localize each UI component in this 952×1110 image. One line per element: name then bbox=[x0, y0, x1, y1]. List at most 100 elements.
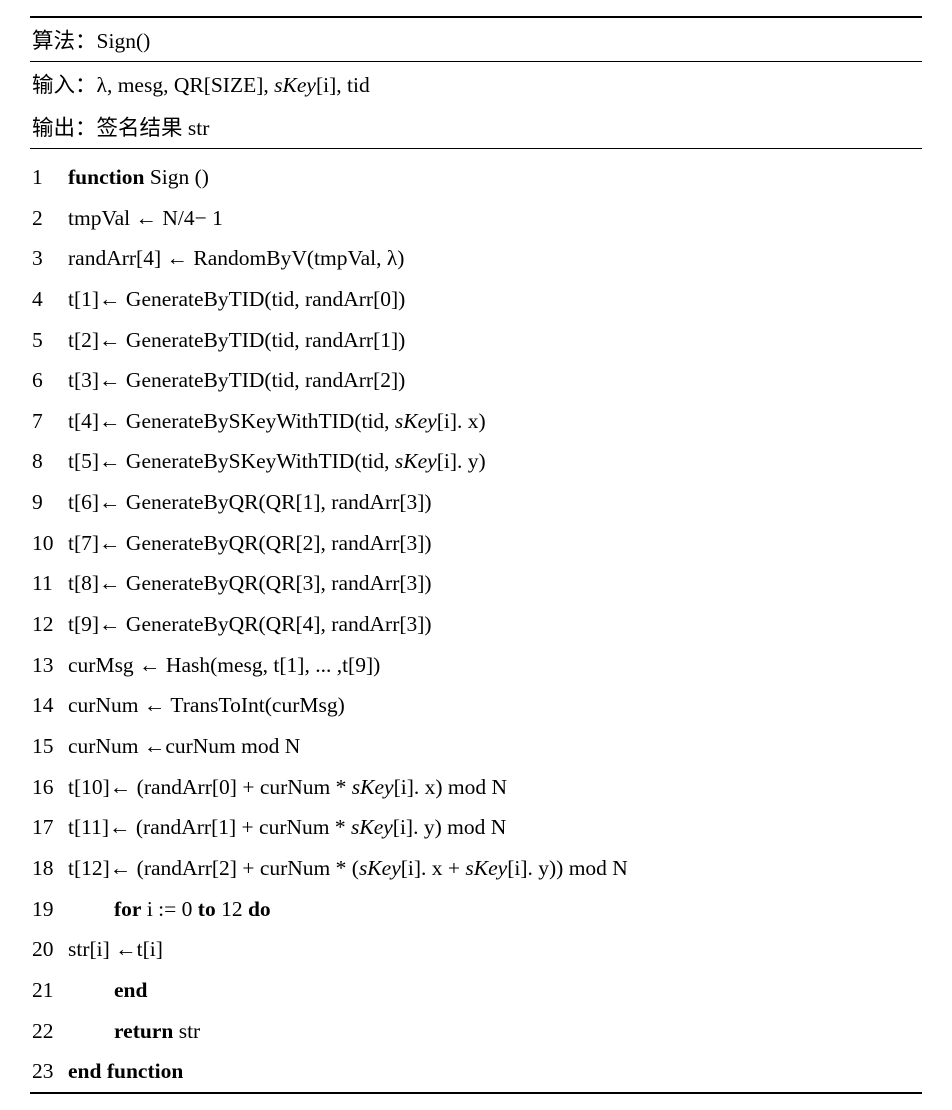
line-number: 14 bbox=[32, 692, 68, 719]
line-number: 7 bbox=[32, 408, 68, 435]
line-number: 20 bbox=[32, 936, 68, 963]
algo-label: 算法： bbox=[32, 29, 97, 53]
line-number: 9 bbox=[32, 489, 68, 516]
code-text: end function bbox=[68, 1058, 922, 1085]
code-text: str[i] ←t[i] bbox=[68, 936, 922, 963]
line-number: 8 bbox=[32, 448, 68, 475]
seg: i := 0 bbox=[141, 897, 197, 921]
code-text: randArr[4] ← RandomByV(tmpVal, λ) bbox=[68, 245, 922, 272]
line-number: 4 bbox=[32, 286, 68, 313]
line-number: 11 bbox=[32, 570, 68, 597]
line-number: 12 bbox=[32, 611, 68, 638]
line-number: 16 bbox=[32, 774, 68, 801]
code-line: 18 t[12]← (randArr[2] + curNum * (sKey[i… bbox=[30, 848, 922, 889]
line-number: 19 bbox=[32, 896, 68, 923]
line-number: 13 bbox=[32, 652, 68, 679]
code-line: 23 end function bbox=[30, 1051, 922, 1092]
code-line: 4 t[1]← GenerateByTID(tid, randArr[0]) bbox=[30, 279, 922, 320]
code-line: 9 t[6]← GenerateByQR(QR[1], randArr[3]) bbox=[30, 482, 922, 523]
algo-title-line: 算法：Sign() bbox=[30, 18, 922, 61]
code-line: 5 t[2]← GenerateByTID(tid, randArr[1]) bbox=[30, 320, 922, 361]
code-line: 7 t[4]← GenerateBySKeyWithTID(tid, sKey[… bbox=[30, 401, 922, 442]
code-line: 17 t[11]← (randArr[1] + curNum * sKey[i]… bbox=[30, 808, 922, 849]
code-text: t[9]← GenerateByQR(QR[4], randArr[3]) bbox=[68, 611, 922, 638]
kw-to: to bbox=[198, 897, 216, 921]
code-line: 2 tmpVal ← N/4− 1 bbox=[30, 198, 922, 239]
seg: [i]. x) bbox=[437, 409, 486, 433]
code-text: t[6]← GenerateByQR(QR[1], randArr[3]) bbox=[68, 489, 922, 516]
line-number: 17 bbox=[32, 814, 68, 841]
input-value-suffix: [i], tid bbox=[316, 73, 370, 97]
code-text: curMsg ← Hash(mesg, t[1], ... ,t[9]) bbox=[68, 652, 922, 679]
line-number: 6 bbox=[32, 367, 68, 394]
code-line: 11 t[8]← GenerateByQR(QR[3], randArr[3]) bbox=[30, 564, 922, 605]
kw-return: return bbox=[114, 1019, 173, 1043]
code-line: 14 curNum ← TransToInt(curMsg) bbox=[30, 686, 922, 727]
seg: t[12]← (randArr[2] + curNum * ( bbox=[68, 856, 359, 880]
skey-var: sKey bbox=[395, 449, 437, 473]
seg: t[10]← (randArr[0] + curNum * bbox=[68, 775, 352, 799]
algo-name: Sign() bbox=[97, 29, 151, 53]
code-text: t[12]← (randArr[2] + curNum * (sKey[i]. … bbox=[68, 855, 922, 882]
code-text: return str bbox=[68, 1018, 922, 1045]
code-text: t[11]← (randArr[1] + curNum * sKey[i]. y… bbox=[68, 814, 922, 841]
line-number: 18 bbox=[32, 855, 68, 882]
output-line: 输出：签名结果 str bbox=[30, 105, 922, 148]
code-line: 3 randArr[4] ← RandomByV(tmpVal, λ) bbox=[30, 238, 922, 279]
skey-var: sKey bbox=[359, 856, 401, 880]
line-number: 5 bbox=[32, 327, 68, 354]
code-line: 12 t[9]← GenerateByQR(QR[4], randArr[3]) bbox=[30, 604, 922, 645]
code-line: 6 t[3]← GenerateByTID(tid, randArr[2]) bbox=[30, 360, 922, 401]
code-text: t[8]← GenerateByQR(QR[3], randArr[3]) bbox=[68, 570, 922, 597]
seg: 12 bbox=[216, 897, 248, 921]
code-text: for i := 0 to 12 do bbox=[68, 896, 922, 923]
code-line: 13 curMsg ← Hash(mesg, t[1], ... ,t[9]) bbox=[30, 645, 922, 686]
skey-var: sKey bbox=[352, 775, 394, 799]
seg: [i]. y)) mod N bbox=[507, 856, 628, 880]
line-number: 15 bbox=[32, 733, 68, 760]
code-text: curNum ← TransToInt(curMsg) bbox=[68, 692, 922, 719]
line-number: 23 bbox=[32, 1058, 68, 1085]
seg: str bbox=[173, 1019, 200, 1043]
kw-function: function bbox=[68, 165, 144, 189]
line-number: 1 bbox=[32, 164, 68, 191]
kw-end: end bbox=[114, 978, 147, 1002]
seg: t[11]← (randArr[1] + curNum * bbox=[68, 815, 351, 839]
code-text: t[7]← GenerateByQR(QR[2], randArr[3]) bbox=[68, 530, 922, 557]
input-value-prefix: λ, mesg, QR[SIZE], bbox=[97, 73, 275, 97]
algorithm-block: 算法：Sign() 输入：λ, mesg, QR[SIZE], sKey[i],… bbox=[0, 0, 952, 1110]
sig-name: Sign () bbox=[144, 165, 209, 189]
seg: [i]. y) mod N bbox=[393, 815, 506, 839]
skey-var: sKey bbox=[465, 856, 507, 880]
code-line: 1 function Sign () bbox=[30, 157, 922, 198]
line-number: 10 bbox=[32, 530, 68, 557]
output-label: 输出： bbox=[32, 116, 97, 140]
code-line: 15 curNum ←curNum mod N bbox=[30, 726, 922, 767]
kw-end-function: end function bbox=[68, 1059, 183, 1083]
kw-for: for bbox=[114, 897, 141, 921]
seg: t[5]← GenerateBySKeyWithTID(tid, bbox=[68, 449, 395, 473]
line-number: 22 bbox=[32, 1018, 68, 1045]
code-text: t[10]← (randArr[0] + curNum * sKey[i]. x… bbox=[68, 774, 922, 801]
seg: [i]. x + bbox=[401, 856, 466, 880]
code-line: 20 str[i] ←t[i] bbox=[30, 929, 922, 970]
code-text: t[5]← GenerateBySKeyWithTID(tid, sKey[i]… bbox=[68, 448, 922, 475]
seg: [i]. y) bbox=[437, 449, 486, 473]
output-value: 签名结果 str bbox=[97, 116, 210, 140]
line-number: 2 bbox=[32, 205, 68, 232]
code-text: t[4]← GenerateBySKeyWithTID(tid, sKey[i]… bbox=[68, 408, 922, 435]
code-line: 8 t[5]← GenerateBySKeyWithTID(tid, sKey[… bbox=[30, 442, 922, 483]
input-skey: sKey bbox=[274, 73, 316, 97]
seg: [i]. x) mod N bbox=[394, 775, 507, 799]
input-label: 输入： bbox=[32, 73, 97, 97]
algo-body: 1 function Sign () 2 tmpVal ← N/4− 1 3 r… bbox=[30, 149, 922, 1092]
code-text: curNum ←curNum mod N bbox=[68, 733, 922, 760]
rule-bottom bbox=[30, 1092, 922, 1094]
code-text: t[3]← GenerateByTID(tid, randArr[2]) bbox=[68, 367, 922, 394]
code-text: tmpVal ← N/4− 1 bbox=[68, 205, 922, 232]
code-line: 21 end bbox=[30, 970, 922, 1011]
code-text: t[1]← GenerateByTID(tid, randArr[0]) bbox=[68, 286, 922, 313]
kw-do: do bbox=[248, 897, 271, 921]
seg: t[4]← GenerateBySKeyWithTID(tid, bbox=[68, 409, 395, 433]
code-text: function Sign () bbox=[68, 164, 922, 191]
